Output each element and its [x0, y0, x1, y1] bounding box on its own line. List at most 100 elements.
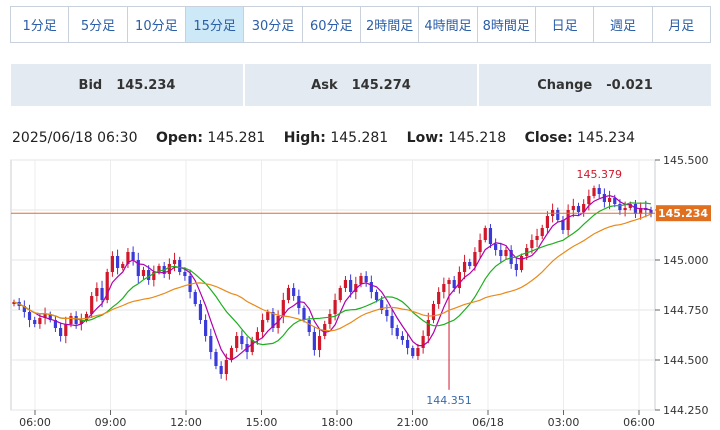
candle-body [395, 328, 399, 336]
current-price-label: 145.234 [658, 207, 708, 220]
candle-body [214, 352, 218, 366]
candle-body [167, 264, 171, 274]
candle-body [400, 336, 405, 340]
price-chart[interactable]: 145.500145.250145.000144.750144.500144.2… [0, 148, 720, 430]
candle-body [115, 256, 120, 268]
timeframe-tab[interactable]: 月足 [652, 7, 710, 42]
timeframe-tab[interactable]: 10分足 [127, 7, 186, 42]
timeframe-tab[interactable]: 8時間足 [477, 7, 536, 42]
x-tick-label: 12:00 [170, 416, 202, 429]
ask-box: Ask 145.274 [245, 64, 477, 106]
candle-body [592, 188, 596, 196]
timeframe-tab[interactable]: 60分足 [302, 7, 361, 42]
high-label: High: [283, 130, 326, 146]
candle-body [59, 328, 63, 336]
candle-body [416, 348, 420, 356]
open-value: 145.281 [207, 130, 266, 146]
candle-body [483, 228, 487, 240]
candle-body [121, 264, 125, 268]
candle-body [209, 336, 213, 352]
bid-box: Bid 145.234 [11, 64, 243, 106]
candle-body [317, 336, 322, 350]
high-value: 145.281 [330, 130, 389, 146]
candle-body [250, 340, 254, 352]
candle-body [488, 228, 493, 244]
candle-body [462, 262, 467, 272]
bid-label: Bid [78, 77, 103, 93]
candle-body [38, 318, 42, 324]
timeframe-tab[interactable]: 30分足 [244, 7, 303, 42]
candle-body [100, 288, 104, 300]
candle-body [333, 300, 337, 314]
candle-body [235, 336, 239, 348]
candle-body [266, 312, 270, 320]
candle-body [633, 204, 638, 214]
candle-body [545, 216, 550, 228]
timeframe-tab[interactable]: 1分足 [11, 7, 70, 42]
timeframe-tab[interactable]: 2時間足 [360, 7, 420, 42]
ask-label: Ask [311, 77, 338, 93]
close-label: Close: [524, 130, 573, 146]
candle-body [95, 288, 99, 296]
timeframe-tab[interactable]: 5分足 [69, 7, 128, 42]
candle-body [431, 304, 436, 320]
candle-body [504, 250, 508, 256]
candle-body [172, 260, 177, 264]
candle-body [90, 296, 94, 314]
candle-body [224, 360, 228, 374]
candle-body [193, 292, 197, 304]
candle-body [364, 276, 368, 282]
timeframe-tab[interactable]: 15分足 [185, 7, 245, 42]
candle-body [556, 210, 560, 220]
candle-body [405, 340, 410, 348]
candle-body [473, 252, 477, 266]
candle-body [204, 320, 208, 336]
candle-body [514, 264, 518, 270]
candle-body [302, 308, 306, 320]
candle-body [229, 348, 234, 360]
timeframe-tab[interactable]: 4時間足 [419, 7, 478, 42]
ohlc-readout: 2025/06/18 06:30 Open: 145.281 High: 145… [12, 130, 635, 146]
candle-body [33, 320, 37, 324]
y-tick-label: 145.000 [663, 254, 709, 267]
candle-body [499, 250, 503, 256]
candle-body [602, 194, 606, 202]
candle-body [426, 320, 430, 336]
candle-body [374, 292, 379, 300]
candle-body [607, 198, 612, 202]
candle-body [359, 276, 363, 284]
candle-body [468, 262, 472, 266]
candle-body [260, 320, 265, 332]
ohlc-datetime: 2025/06/18 06:30 [12, 130, 138, 146]
timeframe-tabs: 1分足 5分足 10分足 15分足 30分足 60分足 2時間足 4時間足 8時間足 日足 週足 月足 [10, 6, 711, 43]
candle-body [198, 304, 203, 320]
change-box: Change -0.021 [479, 64, 711, 106]
candle-body [131, 252, 135, 260]
candle-body [255, 332, 260, 340]
candle-body [457, 272, 461, 288]
timeframe-tab[interactable]: 日足 [535, 7, 595, 42]
change-label: Change [537, 77, 593, 93]
candle-body [349, 280, 353, 292]
candle-body [183, 272, 187, 276]
candle-body [530, 240, 534, 248]
candle-body [437, 292, 441, 304]
candle-body [338, 288, 342, 300]
timeframe-tab[interactable]: 週足 [594, 7, 653, 42]
x-tick-label: 18:00 [321, 416, 353, 429]
candle-body [343, 280, 348, 288]
low-label: Low: [406, 130, 444, 146]
candle-body [219, 366, 223, 374]
candle-body [312, 332, 316, 350]
bid-value: 145.234 [116, 77, 176, 93]
candle-body [69, 316, 73, 324]
ask-value: 145.274 [351, 77, 411, 93]
candle-body [240, 336, 244, 344]
candle-body [535, 236, 539, 240]
candle-body [27, 312, 32, 320]
x-tick-label: 06:00 [623, 416, 655, 429]
candle-body [141, 270, 146, 276]
candle-body [447, 280, 451, 284]
open-label: Open: [155, 130, 203, 146]
x-tick-label: 15:00 [246, 416, 278, 429]
